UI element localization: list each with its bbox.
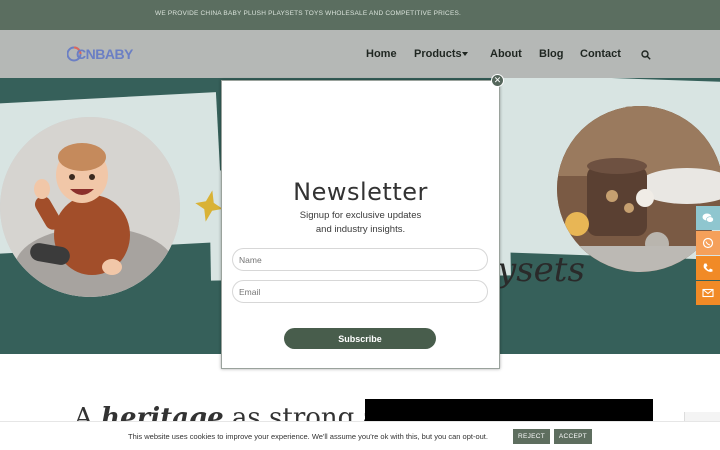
wechat-button[interactable] [696,206,720,230]
email-button[interactable] [696,281,720,305]
nav-about[interactable]: About [490,48,522,60]
modal-subtitle-line1: Signup for exclusive updates [299,210,422,221]
announcement-text: WE PROVIDE CHINA BABY PLUSH PLAYSETS TOY… [155,10,462,17]
site-logo[interactable]: CNBABY [67,44,133,64]
page: WE PROVIDE CHINA BABY PLUSH PLAYSETS TOY… [0,0,720,450]
modal-title: Newsletter [293,178,428,206]
whatsapp-button[interactable] [696,231,720,255]
name-field[interactable] [232,248,488,271]
baby-image [0,117,180,297]
phone-icon [703,263,713,272]
modal-subtitle: Signup for exclusive updates and industr… [221,209,500,237]
email-field[interactable] [232,280,488,303]
whatsapp-icon [702,237,714,249]
subscribe-button[interactable]: Subscribe [284,328,436,349]
mail-icon [702,288,714,298]
nav-blog[interactable]: Blog [539,48,563,60]
wechat-icon [702,213,714,223]
phone-button[interactable] [696,256,720,280]
nav-products[interactable]: Products [414,48,462,60]
chevron-down-icon[interactable] [462,52,468,56]
accept-button[interactable]: ACCEPT [554,429,592,444]
star-decoration-icon [195,190,223,222]
modal-subtitle-line2: and industry insights. [315,224,406,235]
cookie-message: This website uses cookies to improve you… [128,432,488,441]
hero-script-text: ysets [497,250,585,290]
top-announcement-bar: WE PROVIDE CHINA BABY PLUSH PLAYSETS TOY… [0,0,720,30]
reject-button[interactable]: REJECT [513,429,550,444]
nav-home[interactable]: Home [366,48,397,60]
cookie-consent-bar: This website uses cookies to improve you… [0,421,720,450]
logo-text: CNBABY [76,46,133,62]
baby-photo [0,117,180,297]
nav-contact[interactable]: Contact [580,48,621,60]
site-header: CNBABY Home Products About Blog Contact [0,30,720,78]
search-icon[interactable] [641,50,651,60]
close-icon[interactable]: ✕ [491,74,504,87]
